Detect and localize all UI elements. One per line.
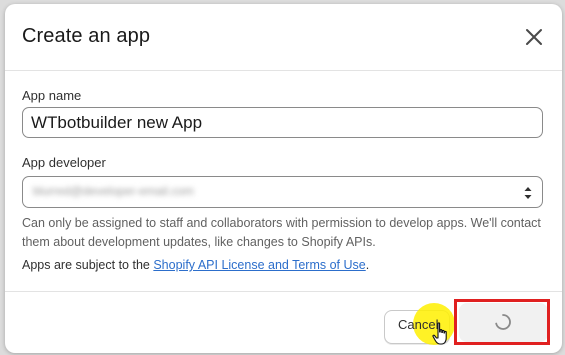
close-button[interactable] <box>523 26 545 48</box>
app-name-input[interactable] <box>22 107 543 138</box>
app-developer-value: blurred@developer-email.com <box>33 184 194 198</box>
terms-suffix: . <box>365 258 370 272</box>
modal-header: Create an app <box>5 4 562 71</box>
app-developer-label: App developer <box>22 155 106 170</box>
developer-help-text: Can only be assigned to staff and collab… <box>22 216 541 249</box>
terms-link[interactable]: Shopify API License and Terms of Use <box>153 258 365 272</box>
terms-prefix: Apps are subject to the <box>22 258 154 272</box>
terms-notice: Apps are subject to the Shopify API Lice… <box>22 258 369 272</box>
close-icon <box>526 29 542 45</box>
loading-spinner-icon <box>495 314 511 330</box>
app-name-label: App name <box>22 88 82 103</box>
cancel-button[interactable] <box>384 310 450 344</box>
app-developer-select[interactable]: blurred@developer-email.com <box>22 176 543 208</box>
create-app-modal: Create an app App name App developer blu… <box>5 4 562 353</box>
select-arrows-icon <box>524 187 532 199</box>
modal-title: Create an app <box>22 25 151 47</box>
